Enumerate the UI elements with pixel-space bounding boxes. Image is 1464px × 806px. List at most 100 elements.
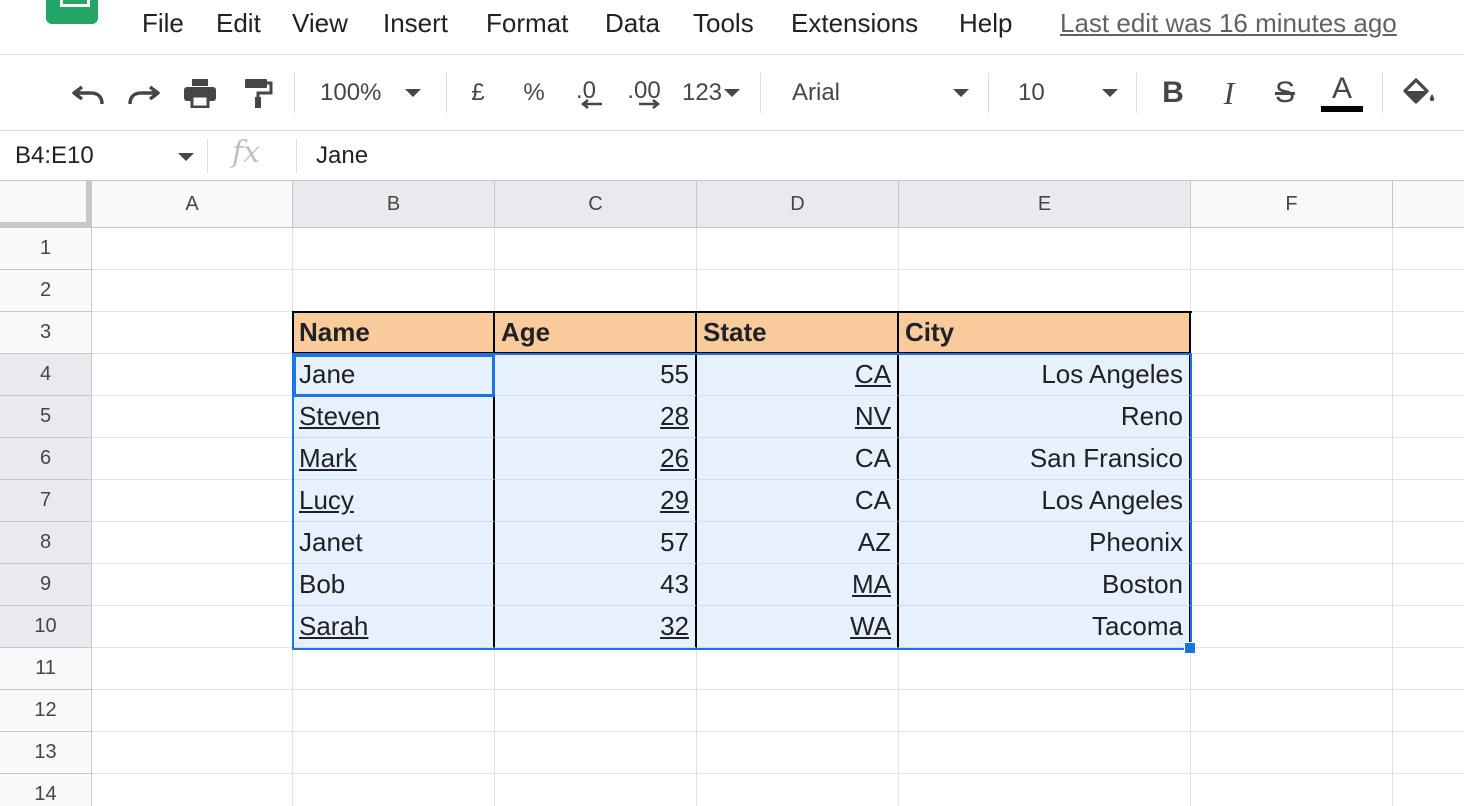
row-header-5[interactable]: 5 [0,396,92,438]
formula-input[interactable]: Jane [316,142,368,170]
cell[interactable] [495,732,697,774]
redo-button[interactable] [124,73,164,113]
table-cell[interactable]: Boston [899,564,1191,606]
table-cell[interactable]: CA [697,438,899,480]
cell[interactable] [1191,438,1393,480]
row-header-4[interactable]: 4 [0,354,92,396]
cell[interactable] [92,522,293,564]
bold-button[interactable]: B [1156,73,1190,113]
cell[interactable] [293,270,495,312]
cell[interactable] [92,396,293,438]
menu-edit[interactable]: Edit [216,8,261,39]
table-cell[interactable]: 26 [495,438,697,480]
table-cell[interactable]: 43 [495,564,697,606]
column-header-a[interactable]: A [92,181,293,228]
table-cell[interactable]: Bob [293,564,495,606]
cell[interactable] [293,732,495,774]
undo-button[interactable] [68,73,108,113]
column-header-c[interactable]: C [495,181,697,228]
more-formats-button[interactable]: 123 [678,73,744,113]
last-edit-link[interactable]: Last edit was 16 minutes ago [1060,8,1397,39]
cell[interactable] [899,690,1191,732]
column-header-e[interactable]: E [899,181,1191,228]
cell[interactable] [92,564,293,606]
print-button[interactable] [180,73,220,113]
table-cell[interactable]: 29 [495,480,697,522]
table-cell[interactable]: Los Angeles [899,354,1191,396]
cell[interactable] [899,648,1191,690]
table-cell[interactable]: CA [697,480,899,522]
cell[interactable] [1191,648,1393,690]
cell[interactable] [1393,522,1464,564]
row-header-7[interactable]: 7 [0,480,92,522]
table-cell[interactable]: Sarah [293,606,495,648]
cell[interactable] [92,732,293,774]
table-header-cell[interactable]: Name [293,312,495,354]
percent-format-button[interactable]: % [518,73,550,113]
table-cell[interactable]: Tacoma [899,606,1191,648]
name-box[interactable]: B4:E10 [15,142,94,170]
text-color-button[interactable]: A [1320,73,1364,113]
row-header-11[interactable]: 11 [0,648,92,690]
menu-help[interactable]: Help [959,8,1012,39]
table-cell[interactable]: Reno [899,396,1191,438]
cell[interactable] [92,312,293,354]
table-cell[interactable]: 57 [495,522,697,564]
paint-format-button[interactable] [238,73,278,113]
table-cell[interactable]: Mark [293,438,495,480]
cell[interactable] [495,270,697,312]
cell[interactable] [697,774,899,806]
cell[interactable] [697,648,899,690]
menu-format[interactable]: Format [486,8,568,39]
row-header-14[interactable]: 14 [0,774,92,806]
cell[interactable] [1393,270,1464,312]
table-cell[interactable]: Jane [293,354,495,396]
cell[interactable] [1191,606,1393,648]
fill-color-button[interactable] [1400,73,1440,113]
row-header-8[interactable]: 8 [0,522,92,564]
row-header-2[interactable]: 2 [0,270,92,312]
cell[interactable] [1393,438,1464,480]
strikethrough-button[interactable]: S [1268,73,1302,113]
cell[interactable] [1191,354,1393,396]
cell[interactable] [92,438,293,480]
cell[interactable] [1191,522,1393,564]
menu-insert[interactable]: Insert [383,8,448,39]
row-header-10[interactable]: 10 [0,606,92,648]
cell[interactable] [1191,480,1393,522]
cell[interactable] [1191,732,1393,774]
select-all-corner[interactable] [0,181,92,228]
table-cell[interactable]: Steven [293,396,495,438]
cell[interactable] [495,690,697,732]
increase-decimals-button[interactable]: .00 [624,73,664,113]
cell[interactable] [1393,774,1464,806]
table-cell[interactable]: NV [697,396,899,438]
table-cell[interactable]: MA [697,564,899,606]
cell[interactable] [899,228,1191,270]
cell[interactable] [92,774,293,806]
column-header-b[interactable]: B [293,181,495,228]
table-cell[interactable]: WA [697,606,899,648]
menu-tools[interactable]: Tools [693,8,754,39]
cell[interactable] [92,480,293,522]
table-header-cell[interactable]: City [899,312,1191,354]
zoom-select[interactable]: 100% [320,73,430,113]
cell[interactable] [1191,396,1393,438]
table-cell[interactable]: Lucy [293,480,495,522]
cell[interactable] [1191,564,1393,606]
chevron-down-icon[interactable] [178,153,194,161]
cell[interactable] [92,228,293,270]
table-cell[interactable]: 28 [495,396,697,438]
cell[interactable] [92,354,293,396]
row-header-6[interactable]: 6 [0,438,92,480]
cell[interactable] [1393,228,1464,270]
currency-format-button[interactable]: £ [462,73,494,113]
table-cell[interactable]: Janet [293,522,495,564]
cell[interactable] [293,648,495,690]
cell[interactable] [1393,732,1464,774]
italic-button[interactable]: I [1212,73,1246,113]
cell[interactable] [1191,270,1393,312]
cell[interactable] [1393,648,1464,690]
cell[interactable] [92,270,293,312]
font-size-select[interactable]: 10 [1018,73,1120,113]
